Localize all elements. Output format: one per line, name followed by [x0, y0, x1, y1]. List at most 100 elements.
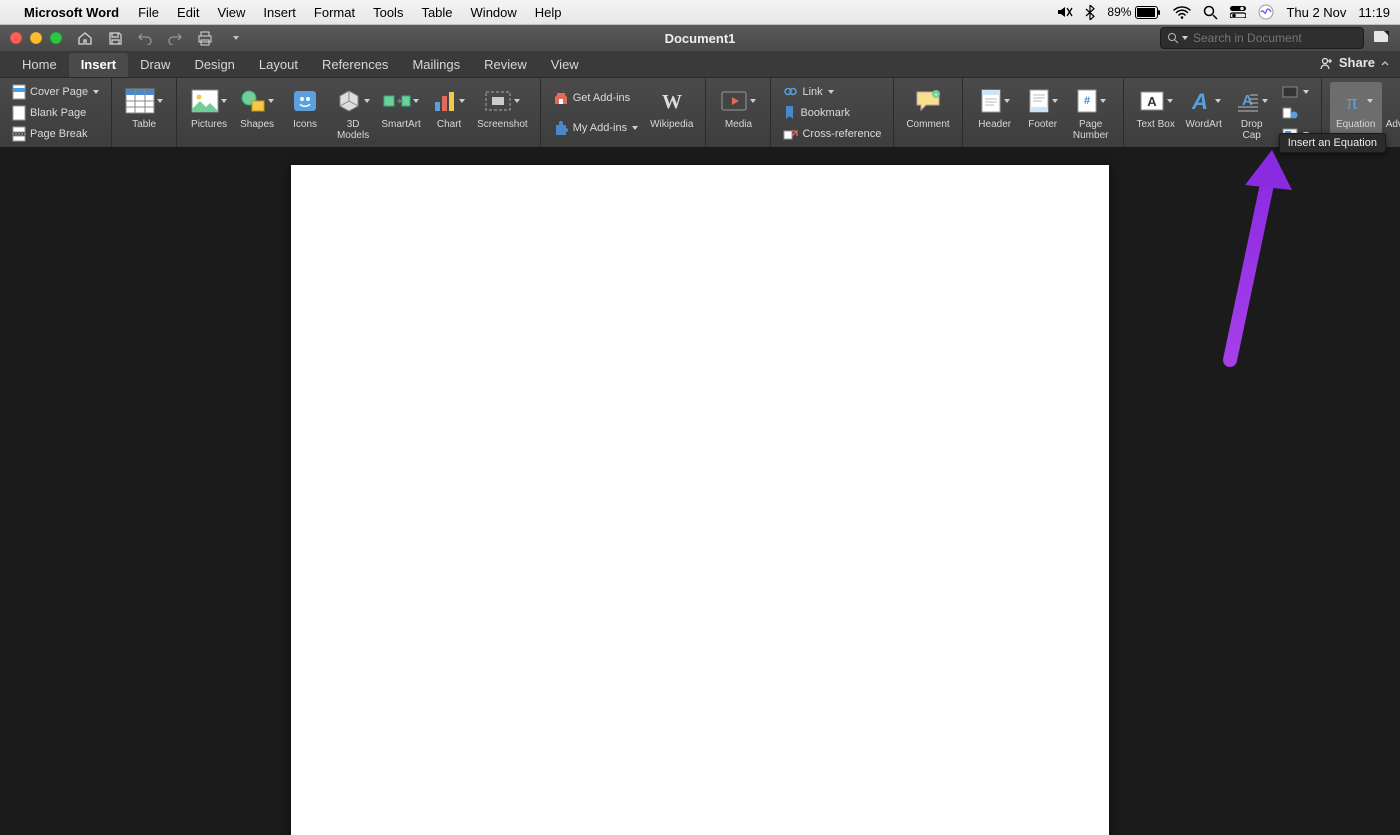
equation-label: Equation — [1336, 119, 1375, 130]
search-document-input[interactable] — [1191, 30, 1355, 46]
bluetooth-icon[interactable] — [1085, 5, 1095, 20]
chart-button[interactable]: Chart — [425, 82, 473, 144]
menu-view[interactable]: View — [217, 5, 245, 20]
group-links: Link Bookmark Cross-reference — [771, 78, 894, 148]
screenshot-icon — [484, 90, 512, 112]
menu-window[interactable]: Window — [471, 5, 517, 20]
icons-button[interactable]: Icons — [281, 82, 329, 144]
cover-page-button[interactable]: Cover Page — [8, 82, 103, 101]
crossref-button[interactable]: Cross-reference — [779, 125, 885, 144]
shapes-button[interactable]: Shapes — [233, 82, 281, 144]
share-label: Share — [1339, 55, 1375, 70]
cube-3d-icon — [336, 89, 362, 113]
svg-text:W: W — [662, 91, 682, 113]
pictures-button[interactable]: Pictures — [185, 82, 233, 144]
minimize-window-button[interactable] — [30, 32, 42, 44]
window-title: Document1 — [665, 31, 736, 46]
tab-mailings[interactable]: Mailings — [400, 53, 472, 77]
document-area[interactable] — [0, 147, 1400, 835]
link-icon — [783, 85, 798, 98]
my-addins-button[interactable]: My Add-ins — [549, 118, 642, 138]
menubar-date[interactable]: Thu 2 Nov — [1286, 5, 1346, 20]
wordart-icon: A — [1187, 88, 1213, 114]
header-button[interactable]: Header — [971, 82, 1019, 144]
footer-button[interactable]: Footer — [1019, 82, 1067, 144]
page-number-icon: # — [1076, 88, 1098, 114]
link-button[interactable]: Link — [779, 82, 885, 101]
volume-muted-icon[interactable] — [1057, 5, 1073, 19]
get-addins-label: Get Add-ins — [573, 92, 630, 104]
text-box-button[interactable]: A Text Box — [1132, 82, 1180, 144]
media-button[interactable]: Media — [714, 82, 762, 144]
menubar-app-name[interactable]: Microsoft Word — [24, 5, 119, 20]
get-addins-button[interactable]: Get Add-ins — [549, 88, 642, 108]
screenshot-button[interactable]: Screenshot — [473, 82, 532, 144]
signature-icon — [1282, 86, 1298, 98]
control-center-icon[interactable] — [1230, 6, 1246, 18]
header-label: Header — [978, 119, 1011, 130]
tab-insert[interactable]: Insert — [69, 53, 128, 77]
crossref-label: Cross-reference — [802, 128, 881, 140]
icons-label: Icons — [293, 119, 317, 130]
tab-review[interactable]: Review — [472, 53, 539, 77]
bookmark-icon — [783, 105, 796, 120]
chevron-up-icon — [1380, 58, 1390, 68]
group-addins: Get Add-ins My Add-ins W Wikipedia — [541, 78, 707, 148]
wikipedia-button[interactable]: W Wikipedia — [646, 82, 697, 144]
tab-layout[interactable]: Layout — [247, 53, 310, 77]
bookmark-button[interactable]: Bookmark — [779, 103, 885, 122]
ribbon-display-options-icon[interactable] — [1372, 28, 1390, 49]
redo-icon[interactable] — [166, 29, 184, 47]
puzzle-icon — [553, 120, 569, 136]
media-label: Media — [725, 119, 752, 130]
close-window-button[interactable] — [10, 32, 22, 44]
qat-customize-icon[interactable] — [226, 29, 244, 47]
search-document-box[interactable] — [1160, 27, 1364, 49]
save-icon[interactable] — [106, 29, 124, 47]
menubar-time[interactable]: 11:19 — [1358, 5, 1390, 20]
tab-draw[interactable]: Draw — [128, 53, 182, 77]
tab-references[interactable]: References — [310, 53, 400, 77]
window-controls — [10, 32, 62, 44]
tab-home[interactable]: Home — [10, 53, 69, 77]
chart-label: Chart — [437, 119, 461, 130]
fullscreen-window-button[interactable] — [50, 32, 62, 44]
svg-text:A: A — [1191, 89, 1208, 114]
battery-status[interactable]: 89% — [1107, 5, 1161, 19]
print-icon[interactable] — [196, 29, 214, 47]
home-icon[interactable] — [76, 29, 94, 47]
page-break-icon — [12, 126, 26, 142]
menu-file[interactable]: File — [138, 5, 159, 20]
signature-line-button[interactable] — [1278, 82, 1313, 101]
mac-menubar: Microsoft Word File Edit View Insert For… — [0, 0, 1400, 25]
share-person-icon — [1320, 56, 1334, 70]
menu-table[interactable]: Table — [421, 5, 452, 20]
page-break-button[interactable]: Page Break — [8, 125, 103, 144]
share-button[interactable]: Share — [1320, 55, 1390, 70]
siri-icon[interactable] — [1258, 4, 1274, 20]
table-button[interactable]: Table — [120, 82, 168, 144]
smartart-button[interactable]: SmartArt — [377, 82, 425, 144]
page-number-button[interactable]: # Page Number — [1067, 82, 1115, 144]
spotlight-icon[interactable] — [1203, 5, 1218, 20]
tab-design[interactable]: Design — [182, 53, 246, 77]
3d-models-button[interactable]: 3D Models — [329, 82, 377, 144]
icons-icon — [292, 89, 318, 113]
smartart-label: SmartArt — [381, 119, 420, 130]
wifi-icon[interactable] — [1173, 6, 1191, 19]
link-label: Link — [802, 86, 822, 98]
wordart-button[interactable]: A WordArt — [1180, 82, 1228, 144]
menu-tools[interactable]: Tools — [373, 5, 403, 20]
date-time-button[interactable] — [1278, 103, 1313, 122]
menu-edit[interactable]: Edit — [177, 5, 199, 20]
menu-help[interactable]: Help — [535, 5, 562, 20]
tab-view[interactable]: View — [539, 53, 591, 77]
pi-equation-icon: π — [1339, 88, 1365, 114]
menu-format[interactable]: Format — [314, 5, 355, 20]
blank-page-button[interactable]: Blank Page — [8, 103, 103, 122]
comment-button[interactable]: + Comment — [902, 82, 953, 144]
undo-icon[interactable] — [136, 29, 154, 47]
menu-insert[interactable]: Insert — [263, 5, 296, 20]
document-page[interactable] — [291, 165, 1109, 835]
drop-cap-button[interactable]: A Drop Cap — [1228, 82, 1276, 144]
